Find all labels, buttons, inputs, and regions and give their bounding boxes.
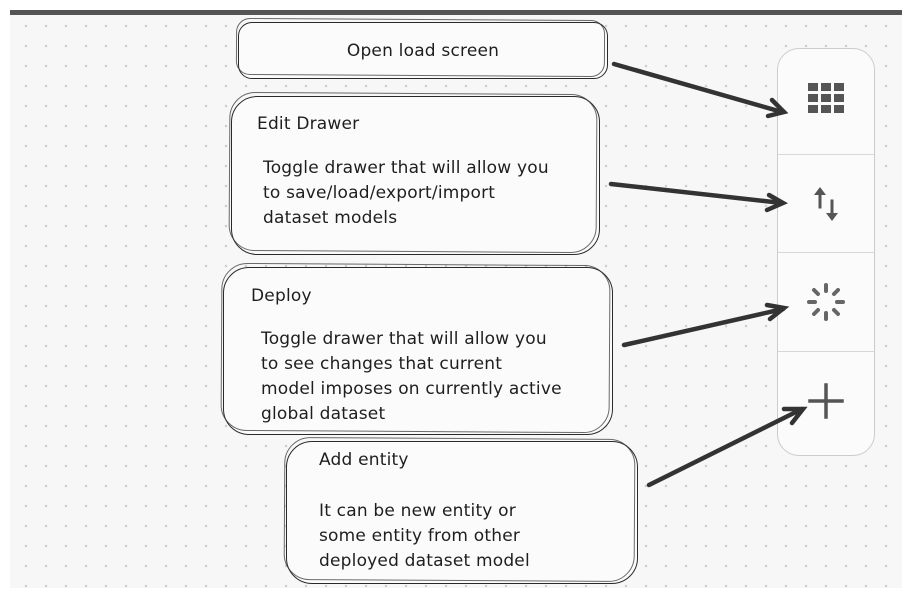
note-title: Deploy — [251, 286, 312, 306]
note-body: It can be new entity or some entity from… — [319, 501, 530, 571]
top-border — [10, 10, 902, 15]
note-body: Toggle drawer that will allow you to see… — [261, 329, 562, 424]
deploy-button[interactable] — [778, 252, 874, 350]
note-title: Open load screen — [346, 41, 500, 61]
note-title: Add entity — [319, 450, 409, 470]
edit-drawer-button[interactable] — [778, 154, 874, 252]
open-load-screen-button[interactable] — [778, 49, 874, 147]
note-edit-drawer: Edit Drawer Toggle drawer that will allo… — [231, 96, 600, 255]
grid-icon — [808, 83, 844, 113]
note-title: Edit Drawer — [257, 114, 360, 134]
note-add-entity: Add entity It can be new entity or some … — [286, 441, 638, 584]
deploy-spinner-icon — [807, 282, 845, 321]
note-body: Toggle drawer that will allow you to sav… — [263, 158, 549, 228]
note-open-load-screen: Open load screen — [238, 22, 608, 79]
swap-vertical-icon — [814, 186, 838, 221]
vertical-toolbar — [777, 48, 875, 456]
add-entity-button[interactable] — [778, 351, 874, 449]
note-deploy: Deploy Toggle drawer that will allow you… — [223, 267, 613, 435]
plus-icon — [808, 382, 844, 419]
